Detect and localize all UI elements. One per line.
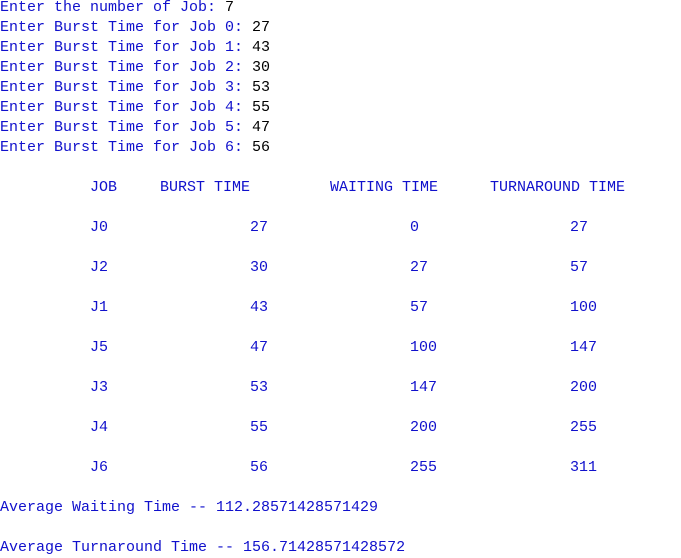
user-input: 55 bbox=[252, 99, 271, 116]
prompt-text: Enter Burst Time for Job 6: bbox=[0, 139, 253, 156]
table-cell-burst: 30 bbox=[250, 259, 269, 276]
table-cell-job: J5 bbox=[90, 339, 109, 356]
prompt-text: Enter Burst Time for Job 3: bbox=[0, 79, 253, 96]
prompt-line: Enter Burst Time for Job 4: 55 bbox=[0, 98, 270, 118]
prompt-line: Enter Burst Time for Job 1: 43 bbox=[0, 38, 270, 58]
table-cell-waiting: 147 bbox=[410, 379, 438, 396]
prompt-line: Enter Burst Time for Job 3: 53 bbox=[0, 78, 270, 98]
prompt-text: Enter Burst Time for Job 5: bbox=[0, 119, 253, 136]
table-cell-turnaround: 27 bbox=[570, 219, 589, 236]
table-cell-job: J3 bbox=[90, 379, 109, 396]
table-cell-burst: 47 bbox=[250, 339, 269, 356]
table-cell-turnaround: 311 bbox=[570, 459, 598, 476]
table-cell-turnaround: 100 bbox=[570, 299, 598, 316]
user-input: 43 bbox=[252, 39, 271, 56]
table-cell-job: J0 bbox=[90, 219, 109, 236]
table-cell-turnaround: 255 bbox=[570, 419, 598, 436]
table-cell-waiting: 27 bbox=[410, 259, 429, 276]
average-waiting-time: Average Waiting Time -- 112.285714285714… bbox=[0, 499, 379, 516]
table-cell-waiting: 100 bbox=[410, 339, 438, 356]
user-input: 53 bbox=[252, 79, 271, 96]
prompt-text: Enter Burst Time for Job 1: bbox=[0, 39, 253, 56]
table-cell-waiting: 255 bbox=[410, 459, 438, 476]
prompt-line: Enter Burst Time for Job 6: 56 bbox=[0, 138, 270, 158]
user-input: 56 bbox=[252, 139, 271, 156]
user-input: 7 bbox=[225, 0, 235, 16]
prompt-text: Enter the number of Job: bbox=[0, 0, 226, 16]
table-cell-burst: 43 bbox=[250, 299, 269, 316]
table-cell-burst: 53 bbox=[250, 379, 269, 396]
table-header-job: JOB bbox=[90, 179, 118, 196]
prompt-text: Enter Burst Time for Job 0: bbox=[0, 19, 253, 36]
average-turnaround-time: Average Turnaround Time -- 156.714285714… bbox=[0, 539, 406, 556]
table-cell-burst: 27 bbox=[250, 219, 269, 236]
console-output: Enter the number of Job: 7 Enter Burst T… bbox=[0, 0, 681, 558]
table-cell-turnaround: 200 bbox=[570, 379, 598, 396]
table-header-waiting-time: WAITING TIME bbox=[330, 179, 439, 196]
table-cell-job: J1 bbox=[90, 299, 109, 316]
prompt-text: Enter Burst Time for Job 4: bbox=[0, 99, 253, 116]
table-header-burst-time: BURST TIME bbox=[160, 179, 251, 196]
prompt-line: Enter Burst Time for Job 0: 27 bbox=[0, 18, 270, 38]
user-input: 30 bbox=[252, 59, 271, 76]
prompt-line: Enter the number of Job: 7 bbox=[0, 0, 234, 18]
table-cell-job: J4 bbox=[90, 419, 109, 436]
table-cell-burst: 56 bbox=[250, 459, 269, 476]
prompt-text: Enter Burst Time for Job 2: bbox=[0, 59, 253, 76]
table-cell-waiting: 57 bbox=[410, 299, 429, 316]
table-cell-burst: 55 bbox=[250, 419, 269, 436]
table-cell-turnaround: 57 bbox=[570, 259, 589, 276]
prompt-line: Enter Burst Time for Job 2: 30 bbox=[0, 58, 270, 78]
table-header-turnaround-time: TURNAROUND TIME bbox=[490, 179, 626, 196]
user-input: 27 bbox=[252, 19, 271, 36]
prompt-line: Enter Burst Time for Job 5: 47 bbox=[0, 118, 270, 138]
table-cell-waiting: 200 bbox=[410, 419, 438, 436]
table-cell-job: J2 bbox=[90, 259, 109, 276]
user-input: 47 bbox=[252, 119, 271, 136]
table-cell-job: J6 bbox=[90, 459, 109, 476]
table-cell-waiting: 0 bbox=[410, 219, 420, 236]
table-cell-turnaround: 147 bbox=[570, 339, 598, 356]
